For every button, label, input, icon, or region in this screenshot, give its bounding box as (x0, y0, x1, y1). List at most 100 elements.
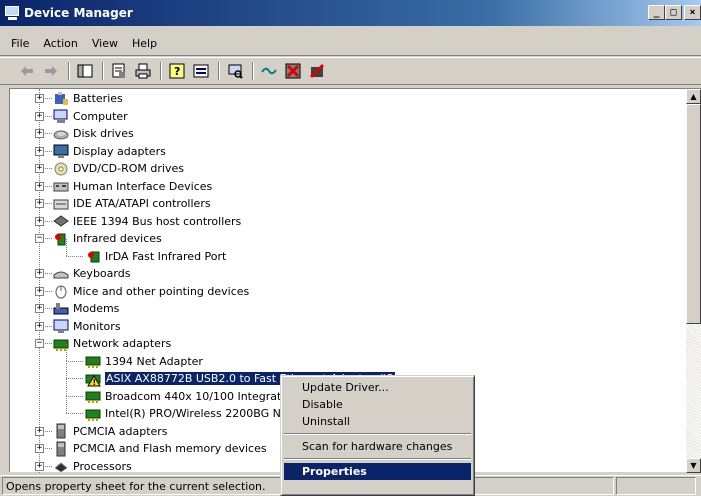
scroll-up-button[interactable]: ▲ (686, 89, 701, 104)
expand-button[interactable]: + (35, 129, 44, 138)
tree-node[interactable]: Disk drives (53, 125, 134, 142)
tree-node[interactable]: IDE ATA/ATAPI controllers (53, 195, 211, 212)
expand-button[interactable]: + (35, 286, 44, 296)
network-card-warning-icon: ! (85, 371, 101, 387)
expand-button[interactable]: + (35, 164, 44, 173)
context-menu: Update Driver... Disable Uninstall Scan … (280, 375, 475, 496)
svg-text:!: ! (93, 378, 97, 387)
tree-connector (43, 150, 52, 152)
menu-view[interactable]: View (85, 35, 125, 52)
tree-node-label: IrDA Fast Infrared Port (105, 249, 227, 263)
tree-node-label: Monitors (73, 319, 121, 333)
view-button[interactable] (190, 60, 212, 82)
tree-node[interactable]: Infrared devices (53, 230, 162, 247)
tree-node[interactable]: 1394 Net Adapter (85, 353, 203, 370)
menu-file[interactable]: File (4, 35, 36, 52)
show-hide-tree-icon (77, 64, 93, 78)
mouse-icon (53, 283, 69, 299)
help-button[interactable]: ? (166, 60, 188, 82)
monitor-icon (53, 318, 69, 334)
tree-node-label: DVD/CD-ROM drives (73, 162, 184, 175)
toolbar-separator (252, 62, 254, 80)
tree-node[interactable]: Keyboards (53, 265, 130, 282)
forward-icon (45, 66, 57, 76)
properties-button[interactable] (108, 60, 130, 82)
tree-connector (43, 273, 52, 274)
tree-node[interactable]: Human Interface Devices (53, 178, 212, 195)
tree-node[interactable]: IEEE 1394 Bus host controllers (53, 213, 241, 230)
network-card-icon (85, 353, 101, 369)
modem-icon (53, 301, 69, 317)
update-driver-icon (261, 67, 277, 75)
tree-connector (66, 360, 83, 362)
menu-update-driver[interactable]: Update Driver... (284, 379, 471, 396)
expand-button[interactable]: + (35, 199, 44, 208)
network-card-icon (85, 406, 101, 422)
tree-node[interactable]: Monitors (53, 318, 121, 335)
update-driver-button[interactable] (258, 60, 280, 82)
print-button[interactable] (132, 60, 154, 82)
tree-connector (43, 185, 52, 187)
toolbar-separator (102, 62, 104, 80)
display-icon (53, 143, 69, 159)
title-bar[interactable]: Device Manager _ □ × (0, 0, 701, 26)
expand-button[interactable]: + (35, 216, 44, 226)
menu-disable[interactable]: Disable (284, 396, 471, 413)
tree-node-label: PCMCIA and Flash memory devices (73, 442, 267, 455)
vertical-scrollbar[interactable]: ▲ ▼ (686, 89, 701, 473)
tree-connector (66, 378, 67, 396)
tree-node[interactable]: DVD/CD-ROM drives (53, 160, 184, 177)
expand-button[interactable]: + (35, 321, 44, 331)
disable-button[interactable] (306, 60, 328, 82)
computer-icon (53, 108, 69, 124)
tree-node-label: Processors (73, 459, 132, 473)
expand-button[interactable]: + (35, 304, 44, 313)
expand-button[interactable]: + (35, 426, 44, 436)
toolbar: ? (0, 57, 701, 85)
collapse-button[interactable]: − (35, 234, 44, 243)
infrared-port-icon (85, 248, 101, 264)
tree-connector (43, 168, 52, 169)
menu-uninstall[interactable]: Uninstall (284, 413, 471, 430)
tree-node[interactable]: Network adapters (53, 335, 171, 352)
expand-button[interactable]: + (35, 444, 44, 453)
scroll-down-button[interactable]: ▼ (686, 458, 701, 473)
collapse-button[interactable]: − (35, 339, 44, 348)
status-pane-3 (616, 477, 696, 495)
tree-node[interactable]: Modems (53, 300, 119, 317)
tree-node[interactable]: IrDA Fast Infrared Port (85, 248, 226, 265)
menu-scan-hardware[interactable]: Scan for hardware changes (284, 438, 471, 455)
menu-action[interactable]: Action (36, 35, 84, 52)
disable-icon (309, 63, 325, 79)
expand-button[interactable]: + (35, 269, 44, 278)
network-card-icon (85, 388, 101, 404)
forward-button[interactable] (40, 60, 62, 82)
tree-node[interactable]: Computer (53, 108, 128, 125)
tree-node[interactable]: Processors (53, 458, 132, 474)
uninstall-button[interactable] (282, 60, 304, 82)
tree-node[interactable]: PCMCIA and Flash memory devices (53, 440, 267, 457)
tree-node[interactable]: PCMCIA adapters (53, 423, 168, 440)
tree-node[interactable]: Mice and other pointing devices (53, 283, 249, 300)
close-button[interactable]: × (684, 5, 701, 20)
show-hide-tree-button[interactable] (74, 60, 96, 82)
expand-button[interactable]: + (35, 94, 44, 103)
device-manager-icon (4, 6, 20, 20)
tree-connector (66, 361, 67, 378)
menu-help[interactable]: Help (125, 35, 164, 52)
maximize-button[interactable]: □ (665, 5, 682, 20)
tree-connector (43, 290, 52, 292)
expand-button[interactable]: + (35, 181, 44, 191)
expand-button[interactable]: + (35, 111, 44, 121)
scroll-thumb[interactable] (686, 104, 701, 324)
back-button[interactable] (16, 60, 38, 82)
tree-node[interactable]: Display adapters (53, 143, 166, 160)
expand-button[interactable]: + (35, 461, 44, 471)
scan-hardware-button[interactable] (224, 60, 246, 82)
processor-icon (53, 458, 69, 473)
expand-button[interactable]: + (35, 146, 44, 156)
tree-node[interactable]: Batteries (53, 90, 123, 107)
tree-node-label: Human Interface Devices (73, 179, 213, 193)
menu-properties[interactable]: Properties (284, 463, 471, 480)
minimize-button[interactable]: _ (648, 5, 665, 20)
